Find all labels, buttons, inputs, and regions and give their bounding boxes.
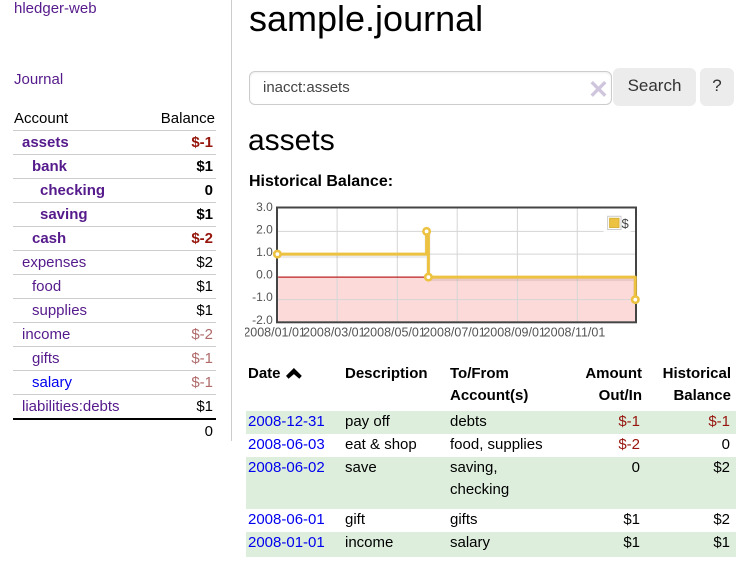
svg-text:1.0: 1.0 <box>256 245 273 259</box>
svg-text:2008/01/01: 2008/01/01 <box>245 325 306 339</box>
svg-text:2008/09/01: 2008/09/01 <box>483 325 546 339</box>
svg-text:2008/05/01: 2008/05/01 <box>363 325 426 339</box>
svg-text:0.0: 0.0 <box>256 268 273 282</box>
svg-text:$: $ <box>622 216 630 231</box>
svg-text:2.0: 2.0 <box>256 223 273 237</box>
svg-text:2008/03/01: 2008/03/01 <box>303 325 366 339</box>
svg-text:-1.0: -1.0 <box>252 290 273 304</box>
svg-text:2008/07/01: 2008/07/01 <box>423 325 486 339</box>
svg-text:3.0: 3.0 <box>256 200 273 214</box>
svg-text:2008/11/01: 2008/11/01 <box>544 325 606 339</box>
